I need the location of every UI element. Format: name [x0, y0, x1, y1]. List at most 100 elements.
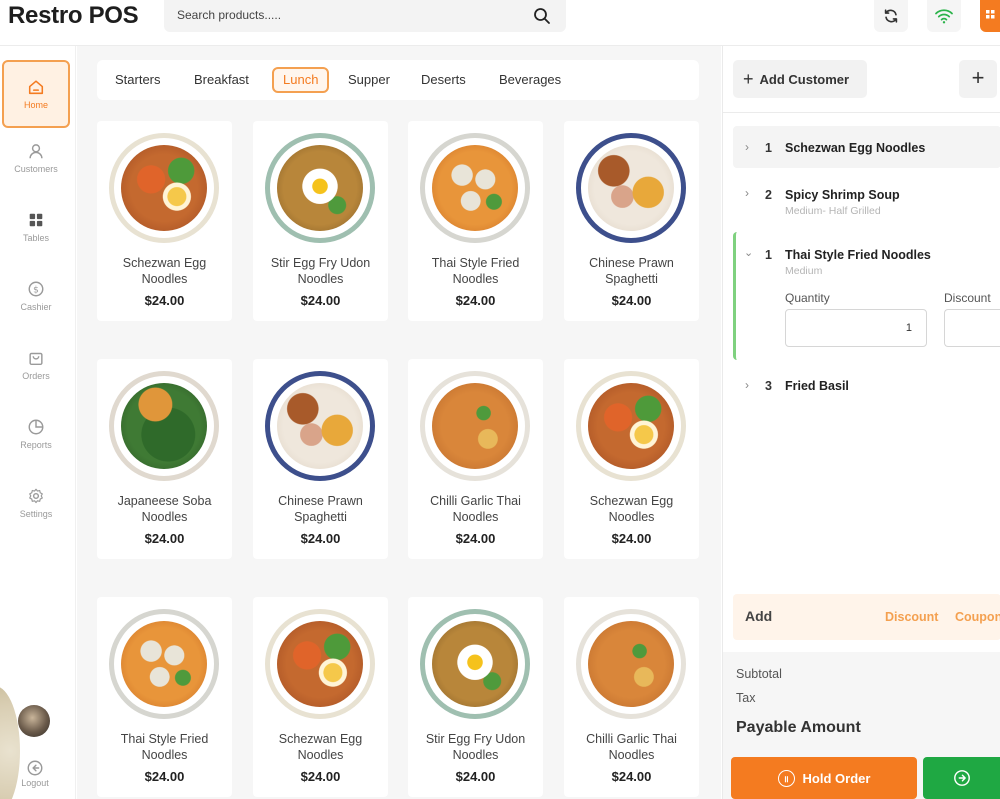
order-item-name: Fried Basil [785, 379, 849, 393]
tab-beverages[interactable]: Beverages [490, 67, 570, 93]
order-item[interactable]: › 1 Schezwan Egg Noodles [733, 126, 1000, 168]
product-card[interactable]: Schezwan Egg Noodles $24.00 [564, 359, 699, 559]
sidebar-item-label: Cashier [20, 302, 52, 312]
product-card[interactable]: Thai Style Fried Noodles $24.00 [97, 597, 232, 797]
svg-text:$: $ [33, 286, 39, 296]
order-item-variant: Medium [785, 265, 823, 277]
sidebar-item-label: Home [23, 100, 48, 110]
tab-supper[interactable]: Supper [339, 67, 399, 93]
tab-starters[interactable]: Starters [106, 67, 170, 93]
tab-deserts[interactable]: Deserts [412, 67, 475, 93]
dish-image [576, 371, 686, 481]
totals-section: Subtotal Tax Payable Amount ॥ Hold Order [723, 652, 1000, 799]
sidebar-item-reports[interactable]: Reports [2, 400, 70, 468]
sidebar-item-customers[interactable]: Customers [2, 124, 70, 192]
product-price: $24.00 [611, 293, 652, 308]
search-input[interactable]: Search products..... [164, 0, 566, 32]
chevron-right-icon[interactable]: › [745, 140, 749, 154]
chevron-down-icon[interactable]: ⌄ [744, 246, 753, 259]
product-price: $24.00 [455, 293, 496, 308]
product-area: Starters Breakfast Lunch Supper Deserts … [77, 46, 721, 799]
tab-breakfast[interactable]: Breakfast [185, 67, 258, 93]
chevron-right-icon[interactable]: › [745, 378, 749, 392]
product-card[interactable]: Schezwan Egg Noodles $24.00 [97, 121, 232, 321]
bag-icon [29, 352, 43, 366]
dish-image [576, 133, 686, 243]
order-item-variant: Medium- Half Grilled [785, 205, 881, 217]
apps-button[interactable] [980, 0, 1000, 32]
tab-lunch[interactable]: Lunch [272, 67, 330, 93]
grid-icon [29, 213, 43, 227]
wifi-icon [935, 9, 953, 24]
logout-button[interactable]: Logout [10, 759, 60, 788]
hold-order-label: Hold Order [802, 770, 871, 786]
logout-label: Logout [21, 778, 49, 788]
add-customer-button[interactable]: + Add Customer [733, 60, 867, 98]
product-name: Schezwan Egg Noodles [589, 494, 674, 524]
product-price: $24.00 [611, 769, 652, 784]
dish-image [109, 609, 219, 719]
order-item[interactable]: › 3 Fried Basil [733, 372, 1000, 402]
add-button[interactable]: + [959, 60, 997, 98]
home-icon [28, 80, 44, 95]
chevron-right-icon[interactable]: › [745, 186, 749, 200]
product-name: Chilli Garlic Thai Noodles [586, 732, 677, 762]
product-card[interactable]: Chilli Garlic Thai Noodles $24.00 [564, 597, 699, 797]
logout-icon [27, 760, 43, 776]
order-action-bar: Add Discount Coupon [733, 594, 1000, 640]
place-order-button[interactable] [923, 757, 1000, 799]
refresh-button[interactable] [874, 0, 908, 32]
product-price: $24.00 [300, 531, 341, 546]
discount-input[interactable] [944, 309, 1000, 347]
plus-icon: + [743, 68, 754, 89]
sidebar-item-orders[interactable]: Orders [2, 331, 70, 399]
sidebar-item-label: Tables [22, 233, 49, 243]
dish-image [109, 133, 219, 243]
order-item[interactable]: › 2 Spicy Shrimp Soup Medium- Half Grill… [733, 176, 1000, 226]
sidebar-item-label: Settings [19, 509, 53, 519]
hold-order-button[interactable]: ॥ Hold Order [731, 757, 917, 799]
product-name: Schezwan Egg Noodles [122, 256, 207, 286]
order-item-expanded: ⌄ 1 Thai Style Fried Noodles Medium Quan… [733, 232, 1000, 360]
sidebar-item-tables[interactable]: Tables [2, 193, 70, 261]
order-item-qty: 2 [765, 188, 772, 202]
sidebar-item-label: Orders [22, 371, 50, 381]
product-card[interactable]: Stir Egg Fry Udon Noodles $24.00 [408, 597, 543, 797]
add-action[interactable]: Add [745, 608, 772, 624]
order-item-qty: 1 [765, 141, 772, 155]
product-name: Schezwan Egg Noodles [278, 732, 363, 762]
sidebar-item-label: Customers [14, 164, 58, 174]
dollar-icon: $ [28, 281, 44, 297]
payable-amount-label: Payable Amount [736, 719, 861, 736]
sidebar-item-settings[interactable]: Settings [2, 469, 70, 537]
sidebar-item-cashier[interactable]: $ Cashier [2, 262, 70, 330]
product-name: Stir Egg Fry Udon Noodles [270, 256, 371, 286]
dish-image [265, 609, 375, 719]
product-price: $24.00 [144, 293, 185, 308]
product-price: $24.00 [455, 769, 496, 784]
category-tabs: Starters Breakfast Lunch Supper Deserts … [97, 60, 699, 100]
sidebar-item-home[interactable]: Home [2, 60, 70, 128]
avatar[interactable] [18, 705, 50, 737]
wifi-button[interactable] [927, 0, 961, 32]
dish-image [576, 609, 686, 719]
dish-image [420, 133, 530, 243]
discount-action[interactable]: Discount [885, 610, 938, 624]
product-card[interactable]: Chinese Prawn Spaghetti $24.00 [564, 121, 699, 321]
dish-image [265, 133, 375, 243]
search-icon[interactable] [532, 6, 552, 26]
product-card[interactable]: Chilli Garlic Thai Noodles $24.00 [408, 359, 543, 559]
product-price: $24.00 [611, 531, 652, 546]
product-price: $24.00 [300, 769, 341, 784]
order-panel: + Add Customer + › 1 Schezwan Egg Noodle… [722, 46, 1000, 799]
product-card[interactable]: Schezwan Egg Noodles $24.00 [253, 597, 388, 797]
order-item-name: Schezwan Egg Noodles [785, 141, 926, 155]
quantity-input[interactable]: 1 [785, 309, 927, 347]
product-card[interactable]: Chinese Prawn Spaghetti $24.00 [253, 359, 388, 559]
dish-image [420, 609, 530, 719]
product-card[interactable]: Japaneese Soba Noodles $24.00 [97, 359, 232, 559]
coupon-action[interactable]: Coupon [955, 610, 1000, 624]
product-card[interactable]: Stir Egg Fry Udon Noodles $24.00 [253, 121, 388, 321]
product-card[interactable]: Thai Style Fried Noodles $24.00 [408, 121, 543, 321]
search-placeholder: Search products..... [177, 8, 282, 22]
